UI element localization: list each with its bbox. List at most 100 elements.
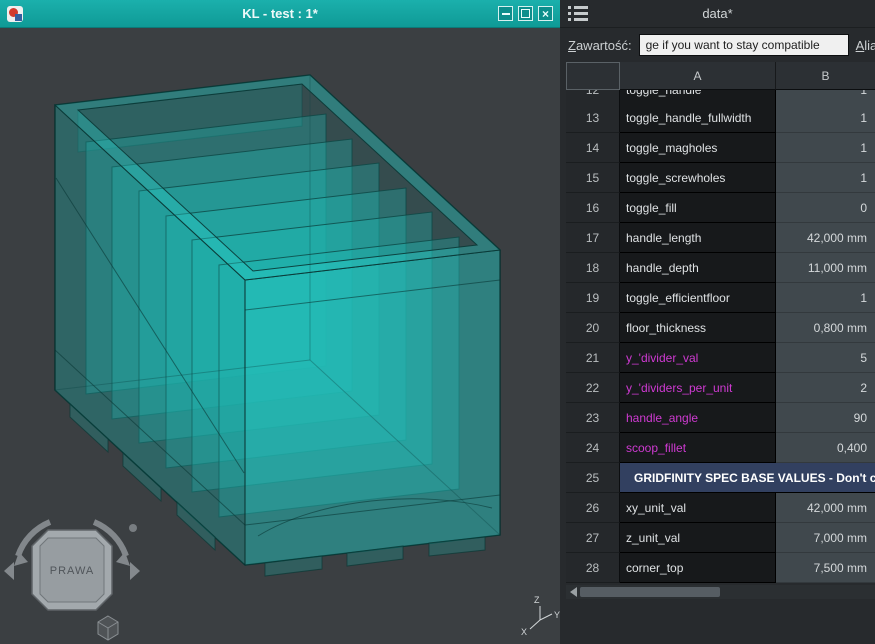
row-number[interactable]: 17 [566,223,620,253]
cell-a[interactable]: toggle_magholes [620,133,776,163]
row-number[interactable]: 25 [566,463,620,493]
cell-b[interactable]: 42,000 mm [776,493,875,523]
app-icon[interactable] [7,6,23,22]
row-number[interactable]: 18 [566,253,620,283]
row-number[interactable]: 28 [566,553,620,583]
alias-label: Alias [856,38,875,53]
cell-a[interactable]: toggle_handle_fullwidth [620,103,776,133]
sheet-row-23: 23 handle_angle 90 [566,403,875,433]
sheet-row-25-banner: 25 GRIDFINITY SPEC BASE VALUES - Don't c [566,463,875,493]
panel-header: data* [560,0,875,28]
cell-b[interactable]: 1 [776,283,875,313]
row-number[interactable]: 12 [566,90,620,103]
cell-b[interactable]: 1 [776,163,875,193]
cell-b[interactable]: 11,000 mm [776,253,875,283]
cad-window: KL - test : 1* [0,0,560,644]
cell-a[interactable]: floor_thickness [620,313,776,343]
horizontal-scrollbar[interactable] [566,585,875,599]
row-number[interactable]: 22 [566,373,620,403]
axis-x-label: X [521,627,527,637]
window-titlebar[interactable]: KL - test : 1* [0,0,560,28]
content-label: Zawartość: [568,38,632,53]
nav-cube-face-label: PRAWA [50,565,95,577]
banner-cell[interactable]: GRIDFINITY SPEC BASE VALUES - Don't c [620,463,875,493]
sheet-row-16: 16 toggle_fill 0 [566,193,875,223]
sheet-row-24: 24 scoop_fillet 0,400 [566,433,875,463]
sheet-row-13: 13 toggle_handle_fullwidth 1 [566,103,875,133]
cell-b[interactable]: 7,000 mm [776,523,875,553]
row-number[interactable]: 19 [566,283,620,313]
row-number[interactable]: 16 [566,193,620,223]
cell-b[interactable]: 1 [776,133,875,163]
row-number[interactable]: 24 [566,433,620,463]
row-number[interactable]: 23 [566,403,620,433]
cell-a[interactable]: y_'dividers_per_unit [620,373,776,403]
cell-a[interactable]: handle_angle [620,403,776,433]
cell-b[interactable]: 0,800 mm [776,313,875,343]
spreadsheet: A B 12 toggle_handle 1 13 toggle_handle_… [560,62,875,599]
column-header-b[interactable]: B [776,62,875,90]
panel-title: data* [560,6,875,21]
cell-a[interactable]: xy_unit_val [620,493,776,523]
cell-a[interactable]: toggle_handle [620,90,776,103]
cell-a[interactable]: handle_depth [620,253,776,283]
row-number[interactable]: 13 [566,103,620,133]
minimize-icon[interactable] [498,6,513,21]
3d-viewport[interactable]: PRAWA Z Y X [0,28,560,644]
menu-icon[interactable] [568,6,588,21]
cell-a[interactable]: toggle_screwholes [620,163,776,193]
sheet-row-18: 18 handle_depth 11,000 mm [566,253,875,283]
cell-a[interactable]: corner_top [620,553,776,583]
cell-b[interactable]: 2 [776,373,875,403]
sheet-row-19: 19 toggle_efficientfloor 1 [566,283,875,313]
window-controls [498,6,553,21]
cell-a[interactable]: scoop_fillet [620,433,776,463]
maximize-icon[interactable] [518,6,533,21]
cell-a[interactable]: handle_length [620,223,776,253]
gridfinity-model-scene: PRAWA Z Y X [0,28,560,644]
cell-b[interactable]: 42,000 mm [776,223,875,253]
nav-cube-dot-icon[interactable] [129,524,137,532]
row-number[interactable]: 27 [566,523,620,553]
row-number[interactable]: 14 [566,133,620,163]
navigation-cube[interactable]: PRAWA [4,522,140,640]
cell-b[interactable]: 1 [776,90,875,103]
cell-b[interactable]: 1 [776,103,875,133]
corner-cell[interactable] [566,62,620,90]
sheet-row-28: 28 corner_top 7,500 mm [566,553,875,583]
sheet-row-22: 22 y_'dividers_per_unit 2 [566,373,875,403]
sheet-row-12: 12 toggle_handle 1 [566,90,875,103]
cell-b[interactable]: 7,500 mm [776,553,875,583]
cell-b[interactable]: 5 [776,343,875,373]
sheet-row-20: 20 floor_thickness 0,800 mm [566,313,875,343]
sheet-row-17: 17 handle_length 42,000 mm [566,223,875,253]
cell-b[interactable]: 0 [776,193,875,223]
pan-left-arrow-icon[interactable] [4,562,14,580]
scrollbar-thumb[interactable] [580,587,720,597]
sheet-row-21: 21 y_'divider_val 5 [566,343,875,373]
row-number[interactable]: 21 [566,343,620,373]
cell-a[interactable]: y_'divider_val [620,343,776,373]
content-input[interactable] [639,34,849,56]
isometric-view-icon[interactable] [98,616,118,640]
cell-a[interactable]: toggle_fill [620,193,776,223]
sheet-row-14: 14 toggle_magholes 1 [566,133,875,163]
sheet-row-26: 26 xy_unit_val 42,000 mm [566,493,875,523]
cell-b[interactable]: 90 [776,403,875,433]
close-icon[interactable] [538,6,553,21]
sheet-row-15: 15 toggle_screwholes 1 [566,163,875,193]
axis-z-label: Z [534,595,540,605]
cell-a[interactable]: z_unit_val [620,523,776,553]
cell-b[interactable]: 0,400 [776,433,875,463]
row-number[interactable]: 20 [566,313,620,343]
scroll-left-arrow-icon[interactable] [566,585,580,599]
content-bar: Zawartość: Alias [560,28,875,62]
cell-a[interactable]: toggle_efficientfloor [620,283,776,313]
row-number[interactable]: 26 [566,493,620,523]
sheet-row-27: 27 z_unit_val 7,000 mm [566,523,875,553]
axis-cross: Z Y X [521,595,560,637]
pan-right-arrow-icon[interactable] [130,562,140,580]
row-number[interactable]: 15 [566,163,620,193]
model-front-face [245,250,500,565]
column-header-a[interactable]: A [620,62,776,90]
